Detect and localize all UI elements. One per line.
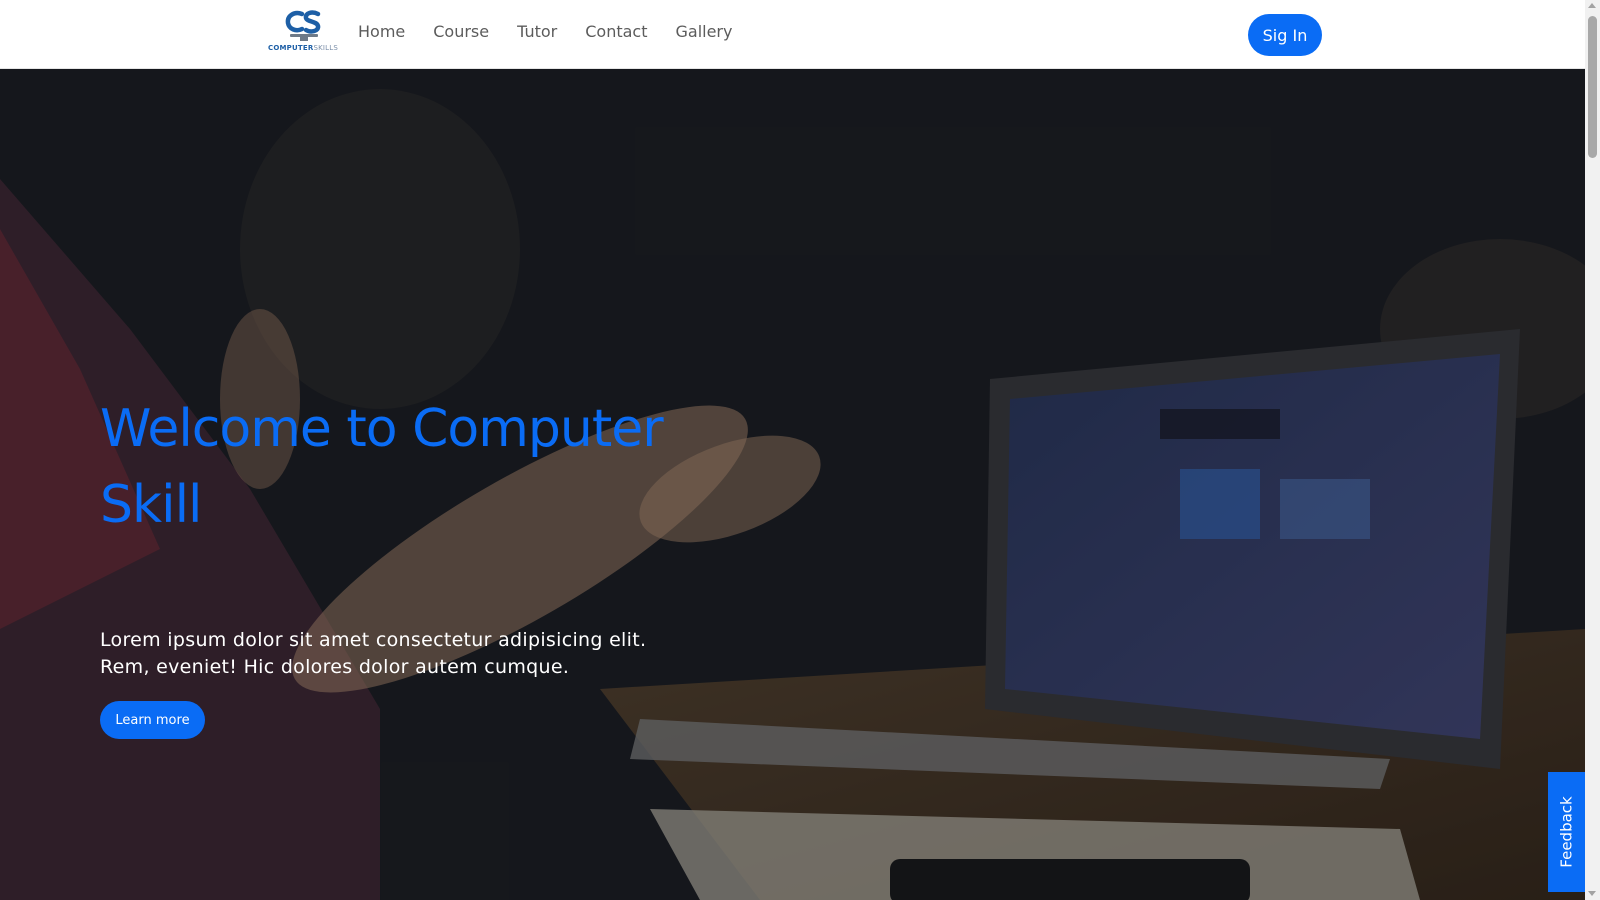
nav-link-home[interactable]: Home bbox=[358, 22, 405, 41]
brand-logo[interactable]: COMPUTERSKILLS bbox=[264, 8, 342, 56]
logo-wordmark: COMPUTERSKILLS bbox=[264, 44, 342, 52]
sign-in-button[interactable]: Sig In bbox=[1248, 14, 1322, 56]
feedback-label: Feedback bbox=[1558, 796, 1576, 868]
hero-title: Welcome to Computer Skill bbox=[100, 399, 664, 535]
feedback-tab[interactable]: Feedback bbox=[1548, 772, 1586, 892]
cs-logo-icon bbox=[285, 10, 321, 41]
page-scrollbar[interactable] bbox=[1585, 0, 1600, 900]
nav-link-course[interactable]: Course bbox=[433, 22, 489, 41]
logo-word-skills: SKILLS bbox=[313, 44, 338, 52]
nav-link-contact[interactable]: Contact bbox=[585, 22, 647, 41]
scroll-up-arrow-icon[interactable] bbox=[1588, 3, 1596, 8]
scroll-down-arrow-icon[interactable] bbox=[1588, 891, 1596, 896]
logo-word-computer: COMPUTER bbox=[268, 44, 314, 52]
navbar: COMPUTERSKILLS Home Course Tutor Contact… bbox=[0, 0, 1585, 69]
main-nav: Home Course Tutor Contact Gallery bbox=[358, 22, 760, 41]
hero-description: Lorem ipsum dolor sit amet consectetur a… bbox=[100, 629, 647, 678]
hero-section: Welcome to Computer Skill Lorem ipsum do… bbox=[0, 69, 1585, 900]
learn-more-button[interactable]: Learn more bbox=[100, 701, 205, 739]
nav-link-gallery[interactable]: Gallery bbox=[675, 22, 732, 41]
nav-link-tutor[interactable]: Tutor bbox=[517, 22, 557, 41]
scrollbar-thumb[interactable] bbox=[1588, 16, 1597, 158]
